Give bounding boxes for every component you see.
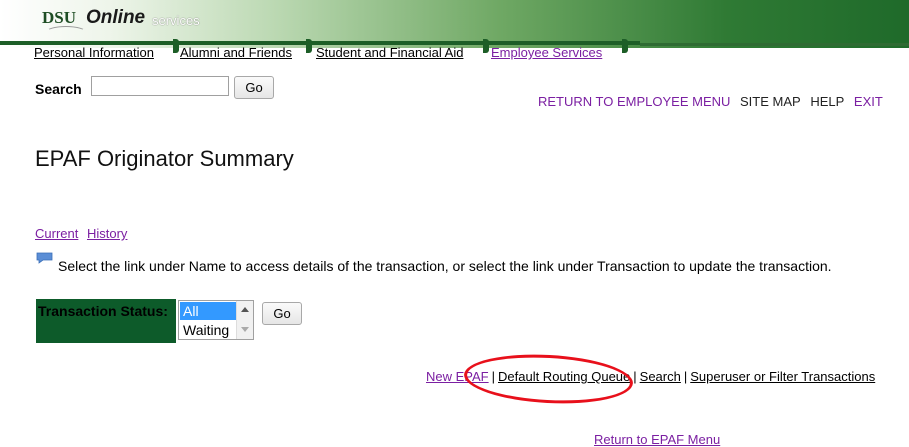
action-links: New EPAF | Default Routing Queue | Search | Su… [426,369,875,384]
tab-divider [622,39,628,53]
view-links: Current History [35,226,132,241]
select-scrollbar[interactable] [236,301,253,339]
scroll-down-icon[interactable] [241,327,249,332]
search-link[interactable]: Search [640,369,681,384]
search-label: Search [35,81,82,97]
tab-employee-services[interactable]: Employee Services [491,45,602,60]
tab-bar: Personal Information Alumni and Friends … [0,36,909,60]
new-epaf-link[interactable]: New EPAF [426,369,489,384]
logo-services-text: services [152,13,200,28]
search-go-button[interactable]: Go [234,76,274,99]
exit-link[interactable]: EXIT [854,94,883,109]
transaction-status-label: Transaction Status: [38,303,168,319]
tab-divider [306,39,312,53]
help-link[interactable]: HELP [810,94,844,109]
info-comment-icon [36,252,53,264]
logo-dsu-text: DSU [42,8,77,27]
status-option-all[interactable]: All [180,302,237,320]
tab-personal-information[interactable]: Personal Information [34,45,154,60]
top-links: RETURN TO EMPLOYEE MENU SITE MAP HELP EX… [538,94,889,109]
return-to-epaf-menu-link[interactable]: Return to EPAF Menu [594,432,720,447]
transaction-status-select[interactable]: All Waiting [178,300,254,340]
return-to-employee-menu-link[interactable]: RETURN TO EMPLOYEE MENU [538,94,730,109]
logo-online-text: Online [86,7,146,28]
link-separator: | [683,369,688,384]
link-separator: | [633,369,637,384]
superuser-filter-link[interactable]: Superuser or Filter Transactions [690,369,875,384]
status-go-button[interactable]: Go [262,302,302,325]
tab-alumni-and-friends[interactable]: Alumni and Friends [180,45,292,60]
scroll-up-icon[interactable] [241,307,249,312]
link-separator: | [491,369,495,384]
default-routing-queue-link[interactable]: Default Routing Queue [498,369,630,384]
site-map-link[interactable]: SITE MAP [740,94,801,109]
status-option-waiting[interactable]: Waiting [180,321,237,339]
search-input[interactable] [91,76,229,96]
tab-student-and-financial-aid[interactable]: Student and Financial Aid [316,45,463,60]
info-text: Select the link under Name to access det… [58,258,832,274]
history-link[interactable]: History [87,226,127,241]
page-title: EPAF Originator Summary [35,146,294,171]
current-link[interactable]: Current [35,226,78,241]
tab-bar-rule-right [640,43,909,46]
tab-divider [173,39,179,53]
tab-divider [483,39,489,53]
